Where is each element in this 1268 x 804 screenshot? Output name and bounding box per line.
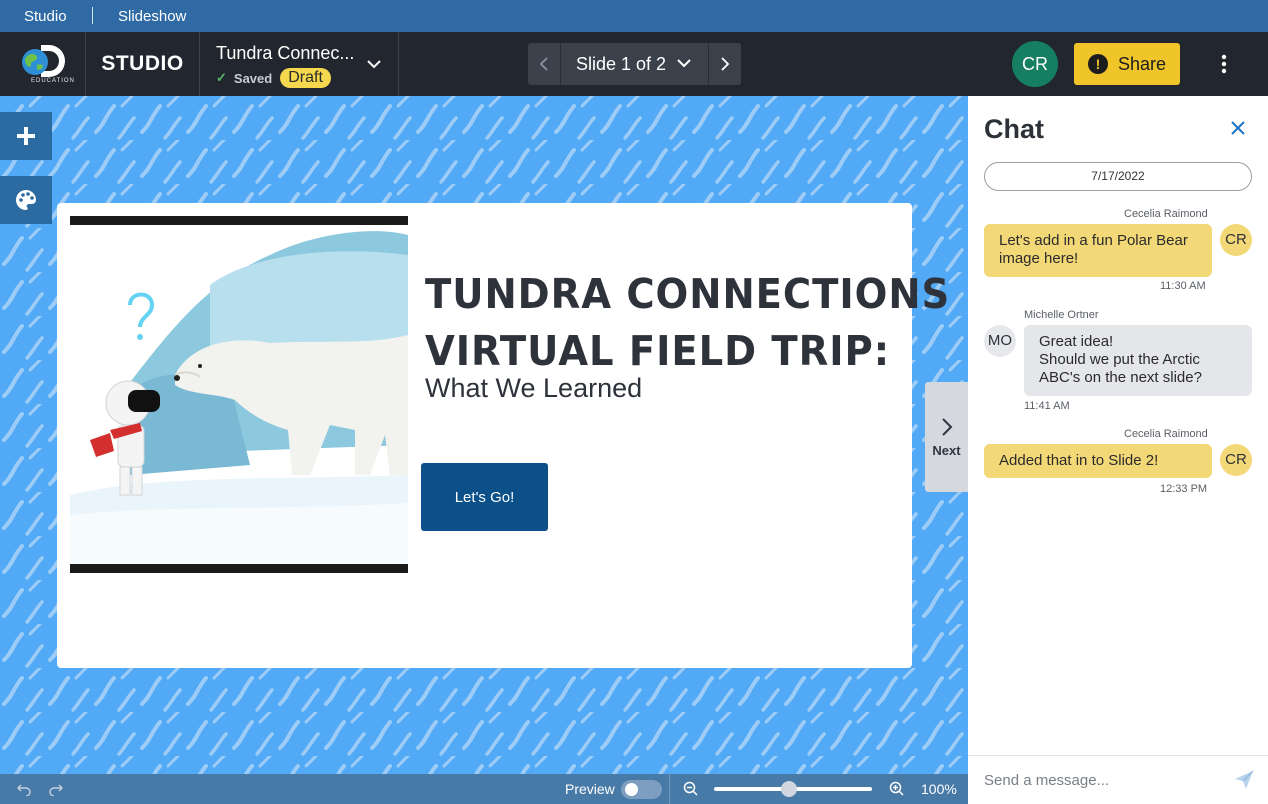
user-avatar[interactable]: CR — [1012, 41, 1058, 87]
slide-subtitle[interactable]: What We Learned — [425, 373, 642, 404]
chat-panel: Chat 7/17/2022 Cecelia Raimond Let's add… — [968, 96, 1268, 804]
slide-title-line2: VIRTUAL FIELD TRIP: — [425, 327, 891, 375]
plus-icon — [17, 127, 35, 145]
chevron-left-icon — [539, 57, 548, 71]
check-icon: ✓ — [216, 70, 227, 85]
undo-icon[interactable] — [17, 782, 31, 796]
message-time: 12:33 PM — [1160, 483, 1208, 495]
slide-title[interactable]: TUNDRA CONNECTIONS VIRTUAL FIELD TRIP: — [425, 266, 950, 380]
sender-avatar: CR — [1220, 224, 1252, 256]
previous-slide-button[interactable] — [528, 43, 561, 85]
slide-canvas: TUNDRA CONNECTIONS VIRTUAL FIELD TRIP: W… — [0, 96, 968, 774]
more-options-icon[interactable] — [1212, 52, 1236, 76]
discovery-education-logo[interactable]: EDUCATION — [0, 32, 86, 96]
chevron-right-icon — [941, 417, 952, 436]
slide-counter[interactable]: Slide 1 of 2 — [576, 54, 666, 75]
save-status: ✓ Saved Draft — [216, 68, 331, 88]
zoom-in-icon[interactable] — [889, 781, 905, 797]
chevron-right-icon — [721, 57, 730, 71]
zoom-percent: 100% — [921, 781, 957, 797]
message-composer — [968, 755, 1268, 804]
sender-avatar: CR — [1220, 444, 1252, 476]
share-button[interactable]: ! Share — [1074, 43, 1180, 85]
message-line: Should we put the Arctic — [1039, 351, 1200, 368]
slide-title-line1: TUNDRA CONNECTIONS — [425, 270, 951, 318]
chat-message: Great idea! Should we put the Arctic ABC… — [1024, 325, 1252, 396]
document-info[interactable]: Tundra Connec... ✓ Saved Draft — [200, 32, 399, 96]
chevron-down-icon[interactable] — [366, 56, 382, 72]
app-header: EDUCATION STUDIO Tundra Connec... ✓ Save… — [0, 32, 1268, 96]
preview-toggle[interactable] — [621, 780, 662, 799]
message-line: image here! — [999, 250, 1079, 267]
breadcrumb-studio[interactable]: Studio — [24, 8, 67, 25]
breadcrumb-slideshow[interactable]: Slideshow — [118, 8, 186, 25]
zoom-out-icon[interactable] — [683, 781, 699, 797]
send-icon[interactable] — [1234, 770, 1254, 790]
breadcrumb-divider — [92, 7, 93, 24]
footer-divider — [669, 774, 670, 804]
message-line: Let's add in a fun Polar Bear — [999, 232, 1188, 249]
editor-footer: Preview 100% — [0, 774, 968, 804]
chevron-down-icon[interactable] — [676, 57, 692, 71]
message-sender: Cecelia Raimond — [1124, 208, 1208, 220]
alert-icon: ! — [1087, 54, 1108, 74]
lets-go-button[interactable]: Let's Go! — [421, 463, 548, 531]
next-label: Next — [932, 442, 961, 458]
add-element-button[interactable] — [0, 112, 52, 160]
palette-icon — [16, 190, 36, 210]
saved-label: Saved — [233, 70, 273, 86]
message-sender: Cecelia Raimond — [1124, 428, 1208, 440]
top-breadcrumb-bar: Studio Slideshow — [0, 0, 1268, 32]
document-title[interactable]: Tundra Connec... — [216, 43, 354, 64]
chat-title: Chat — [984, 114, 1044, 144]
message-line: Added that in to Slide 2! — [999, 452, 1159, 469]
redo-icon[interactable] — [49, 782, 63, 796]
next-slide-tab[interactable]: Next — [925, 382, 968, 492]
logo-text: EDUCATION — [31, 78, 75, 84]
chat-message: Added that in to Slide 2! — [984, 444, 1212, 478]
sender-avatar: MO — [984, 325, 1016, 357]
preview-label: Preview — [565, 781, 615, 797]
message-time: 11:41 AM — [1024, 400, 1070, 412]
app-name: STUDIO — [86, 32, 200, 96]
chat-date-divider: 7/17/2022 — [984, 162, 1252, 191]
message-line: ABC's on the next slide? — [1039, 369, 1202, 386]
message-time: 11:30 AM — [1160, 280, 1206, 292]
slide-navigator: Slide 1 of 2 — [528, 43, 741, 85]
next-slide-button[interactable] — [708, 43, 741, 85]
draft-badge: Draft — [280, 68, 331, 88]
close-icon[interactable] — [1230, 120, 1246, 136]
studio-app: Studio Slideshow EDUCATION STUDIO Tundra… — [0, 0, 1268, 804]
message-line: Great idea! — [1039, 333, 1114, 350]
message-sender: Michelle Ortner — [1024, 309, 1099, 321]
message-input[interactable] — [968, 756, 1228, 804]
zoom-slider-handle[interactable] — [781, 781, 797, 797]
polar-bear-robot-illustration — [70, 225, 408, 564]
polar-bear-image[interactable] — [70, 216, 408, 573]
slide-card[interactable]: TUNDRA CONNECTIONS VIRTUAL FIELD TRIP: W… — [57, 203, 949, 668]
share-label: Share — [1117, 53, 1167, 74]
toggle-knob — [625, 783, 638, 796]
theme-button[interactable] — [0, 176, 52, 224]
globe-d-logo-icon — [22, 45, 65, 77]
chat-message: Let's add in a fun Polar Bear image here… — [984, 224, 1212, 277]
